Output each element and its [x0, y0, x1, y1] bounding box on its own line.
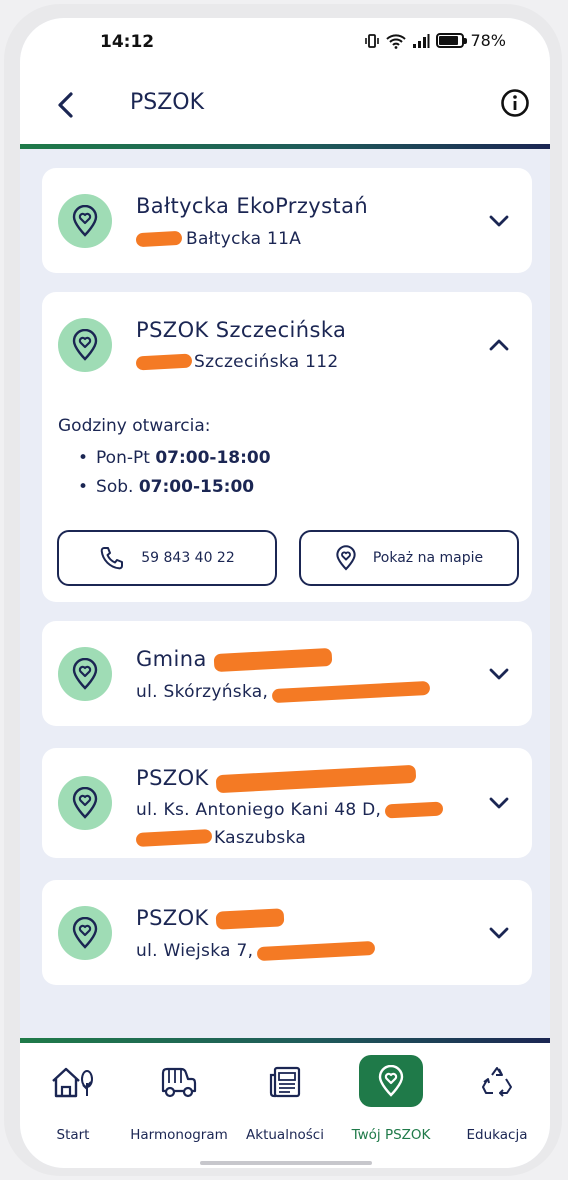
- nav-label: Twój PSZOK: [351, 1127, 431, 1143]
- vibrate-icon: [365, 33, 380, 48]
- chevron-down-icon[interactable]: [488, 667, 510, 681]
- card-address-text: ul. Ks. Antoniego Kani 48 D,: [136, 800, 382, 820]
- nav-item-edukacja[interactable]: Edukacja: [444, 1057, 550, 1157]
- card-address: Bałtycka 11A: [135, 229, 302, 249]
- card-address-text: Kaszubska: [214, 828, 307, 848]
- newspaper-icon: [254, 1057, 316, 1107]
- header-divider: [20, 144, 550, 149]
- pszok-card-2-expanded[interactable]: PSZOK Szczecińska Szczecińska 112 Godzin…: [42, 292, 532, 602]
- hours-time: 07:00-18:00: [155, 448, 271, 468]
- back-arrow-icon[interactable]: [54, 90, 78, 120]
- opening-hours-title: Godziny otwarcia:: [58, 416, 211, 436]
- phone-icon: [100, 547, 124, 570]
- pszok-card-3[interactable]: Gmina ul. Skórzyńska,: [42, 621, 532, 726]
- location-heart-icon: [58, 194, 112, 248]
- pszok-card-1[interactable]: Bałtycka EkoPrzystań Bałtycka 11A: [42, 168, 532, 273]
- bottom-navigation: Start Harmonogram Aktualności Twój PSZOK…: [20, 1043, 550, 1168]
- location-heart-icon: [359, 1055, 423, 1107]
- status-time: 14:12: [100, 32, 155, 52]
- nav-label: Aktualności: [246, 1127, 324, 1143]
- redaction-mark: [213, 647, 333, 673]
- redaction-mark: [271, 680, 431, 704]
- pszok-card-5[interactable]: PSZOK ul. Wiejska 7,: [42, 880, 532, 985]
- nav-label: Start: [56, 1127, 90, 1143]
- redaction-mark: [135, 230, 183, 248]
- redaction-mark: [384, 801, 444, 819]
- card-address: ul. Skórzyńska,: [136, 680, 431, 704]
- location-heart-icon: [58, 776, 112, 830]
- card-title: Gmina: [136, 647, 333, 673]
- show-on-map-button[interactable]: Pokaż na mapie: [299, 530, 519, 586]
- card-address: Szczecińska 112: [135, 352, 339, 372]
- card-title: PSZOK Szczecińska: [136, 318, 347, 342]
- opening-hours-list: Pon-Pt 07:00-18:00 Sob. 07:00-15:00: [78, 448, 271, 506]
- redaction-mark: [215, 908, 285, 930]
- signal-icon: [413, 33, 430, 48]
- garbage-truck-icon: [148, 1057, 210, 1107]
- card-title: PSZOK: [136, 906, 285, 930]
- location-heart-icon: [58, 318, 112, 372]
- hours-time: 07:00-15:00: [138, 477, 255, 497]
- home-indicator[interactable]: [200, 1161, 372, 1165]
- chevron-down-icon[interactable]: [488, 926, 510, 940]
- nav-item-twoj-pszok[interactable]: Twój PSZOK: [338, 1055, 444, 1157]
- app-header: PSZOK: [20, 68, 550, 144]
- app-screen: 14:12 78% PSZOK Bałtycka EkoPrzystań Bał…: [20, 18, 550, 1168]
- location-heart-icon: [58, 906, 112, 960]
- redaction-mark: [215, 764, 417, 794]
- chevron-down-icon[interactable]: [488, 214, 510, 228]
- card-address-text: Szczecińska 112: [194, 352, 339, 372]
- card-title-text: Gmina: [136, 647, 207, 671]
- battery-icon: [436, 33, 468, 48]
- chevron-down-icon[interactable]: [488, 796, 510, 810]
- card-title-text: PSZOK: [136, 766, 209, 790]
- status-bar: 14:12 78%: [20, 18, 550, 68]
- hours-day: Pon-Pt: [96, 448, 150, 468]
- map-button-label: Pokaż na mapie: [372, 550, 484, 566]
- pszok-card-4[interactable]: PSZOK ul. Ks. Antoniego Kani 48 D, Kaszu…: [42, 748, 532, 858]
- chevron-up-icon[interactable]: [488, 338, 510, 352]
- card-address-text: ul. Skórzyńska,: [136, 682, 269, 702]
- card-title: PSZOK: [136, 764, 417, 794]
- status-icons: 78%: [364, 31, 506, 50]
- phone-number: 59 843 40 22: [141, 550, 235, 566]
- card-title: Bałtycka EkoPrzystań: [136, 194, 369, 218]
- info-icon[interactable]: [500, 88, 530, 118]
- page-title: PSZOK: [130, 90, 205, 115]
- redaction-mark: [257, 940, 376, 962]
- card-address-text: Bałtycka 11A: [186, 229, 302, 249]
- recycle-icon: [466, 1057, 528, 1107]
- card-address-text: ul. Wiejska 7,: [136, 941, 254, 961]
- nav-item-start[interactable]: Start: [20, 1057, 126, 1157]
- call-button[interactable]: 59 843 40 22: [57, 530, 277, 586]
- hours-item: Sob. 07:00-15:00: [78, 477, 271, 506]
- hours-item: Pon-Pt 07:00-18:00: [78, 448, 271, 477]
- phone-frame: 14:12 78% PSZOK Bałtycka EkoPrzystań Bał…: [4, 4, 562, 1176]
- nav-item-aktualnosci[interactable]: Aktualności: [232, 1057, 338, 1157]
- card-address: ul. Wiejska 7,: [136, 940, 376, 962]
- hours-day: Sob.: [96, 477, 134, 497]
- nav-item-harmonogram[interactable]: Harmonogram: [126, 1057, 232, 1157]
- redaction-mark: [135, 829, 213, 847]
- nav-label: Edukacja: [466, 1127, 528, 1143]
- card-address-line2: Kaszubska: [135, 828, 307, 848]
- redaction-mark: [135, 353, 193, 371]
- location-heart-icon: [58, 647, 112, 701]
- nav-label: Harmonogram: [130, 1127, 228, 1143]
- wifi-icon: [386, 33, 407, 49]
- home-tree-icon: [42, 1057, 104, 1107]
- card-address: ul. Ks. Antoniego Kani 48 D,: [136, 800, 444, 820]
- card-title-text: PSZOK: [136, 906, 209, 930]
- battery-percent: 78%: [470, 31, 506, 50]
- location-heart-icon: [336, 545, 356, 571]
